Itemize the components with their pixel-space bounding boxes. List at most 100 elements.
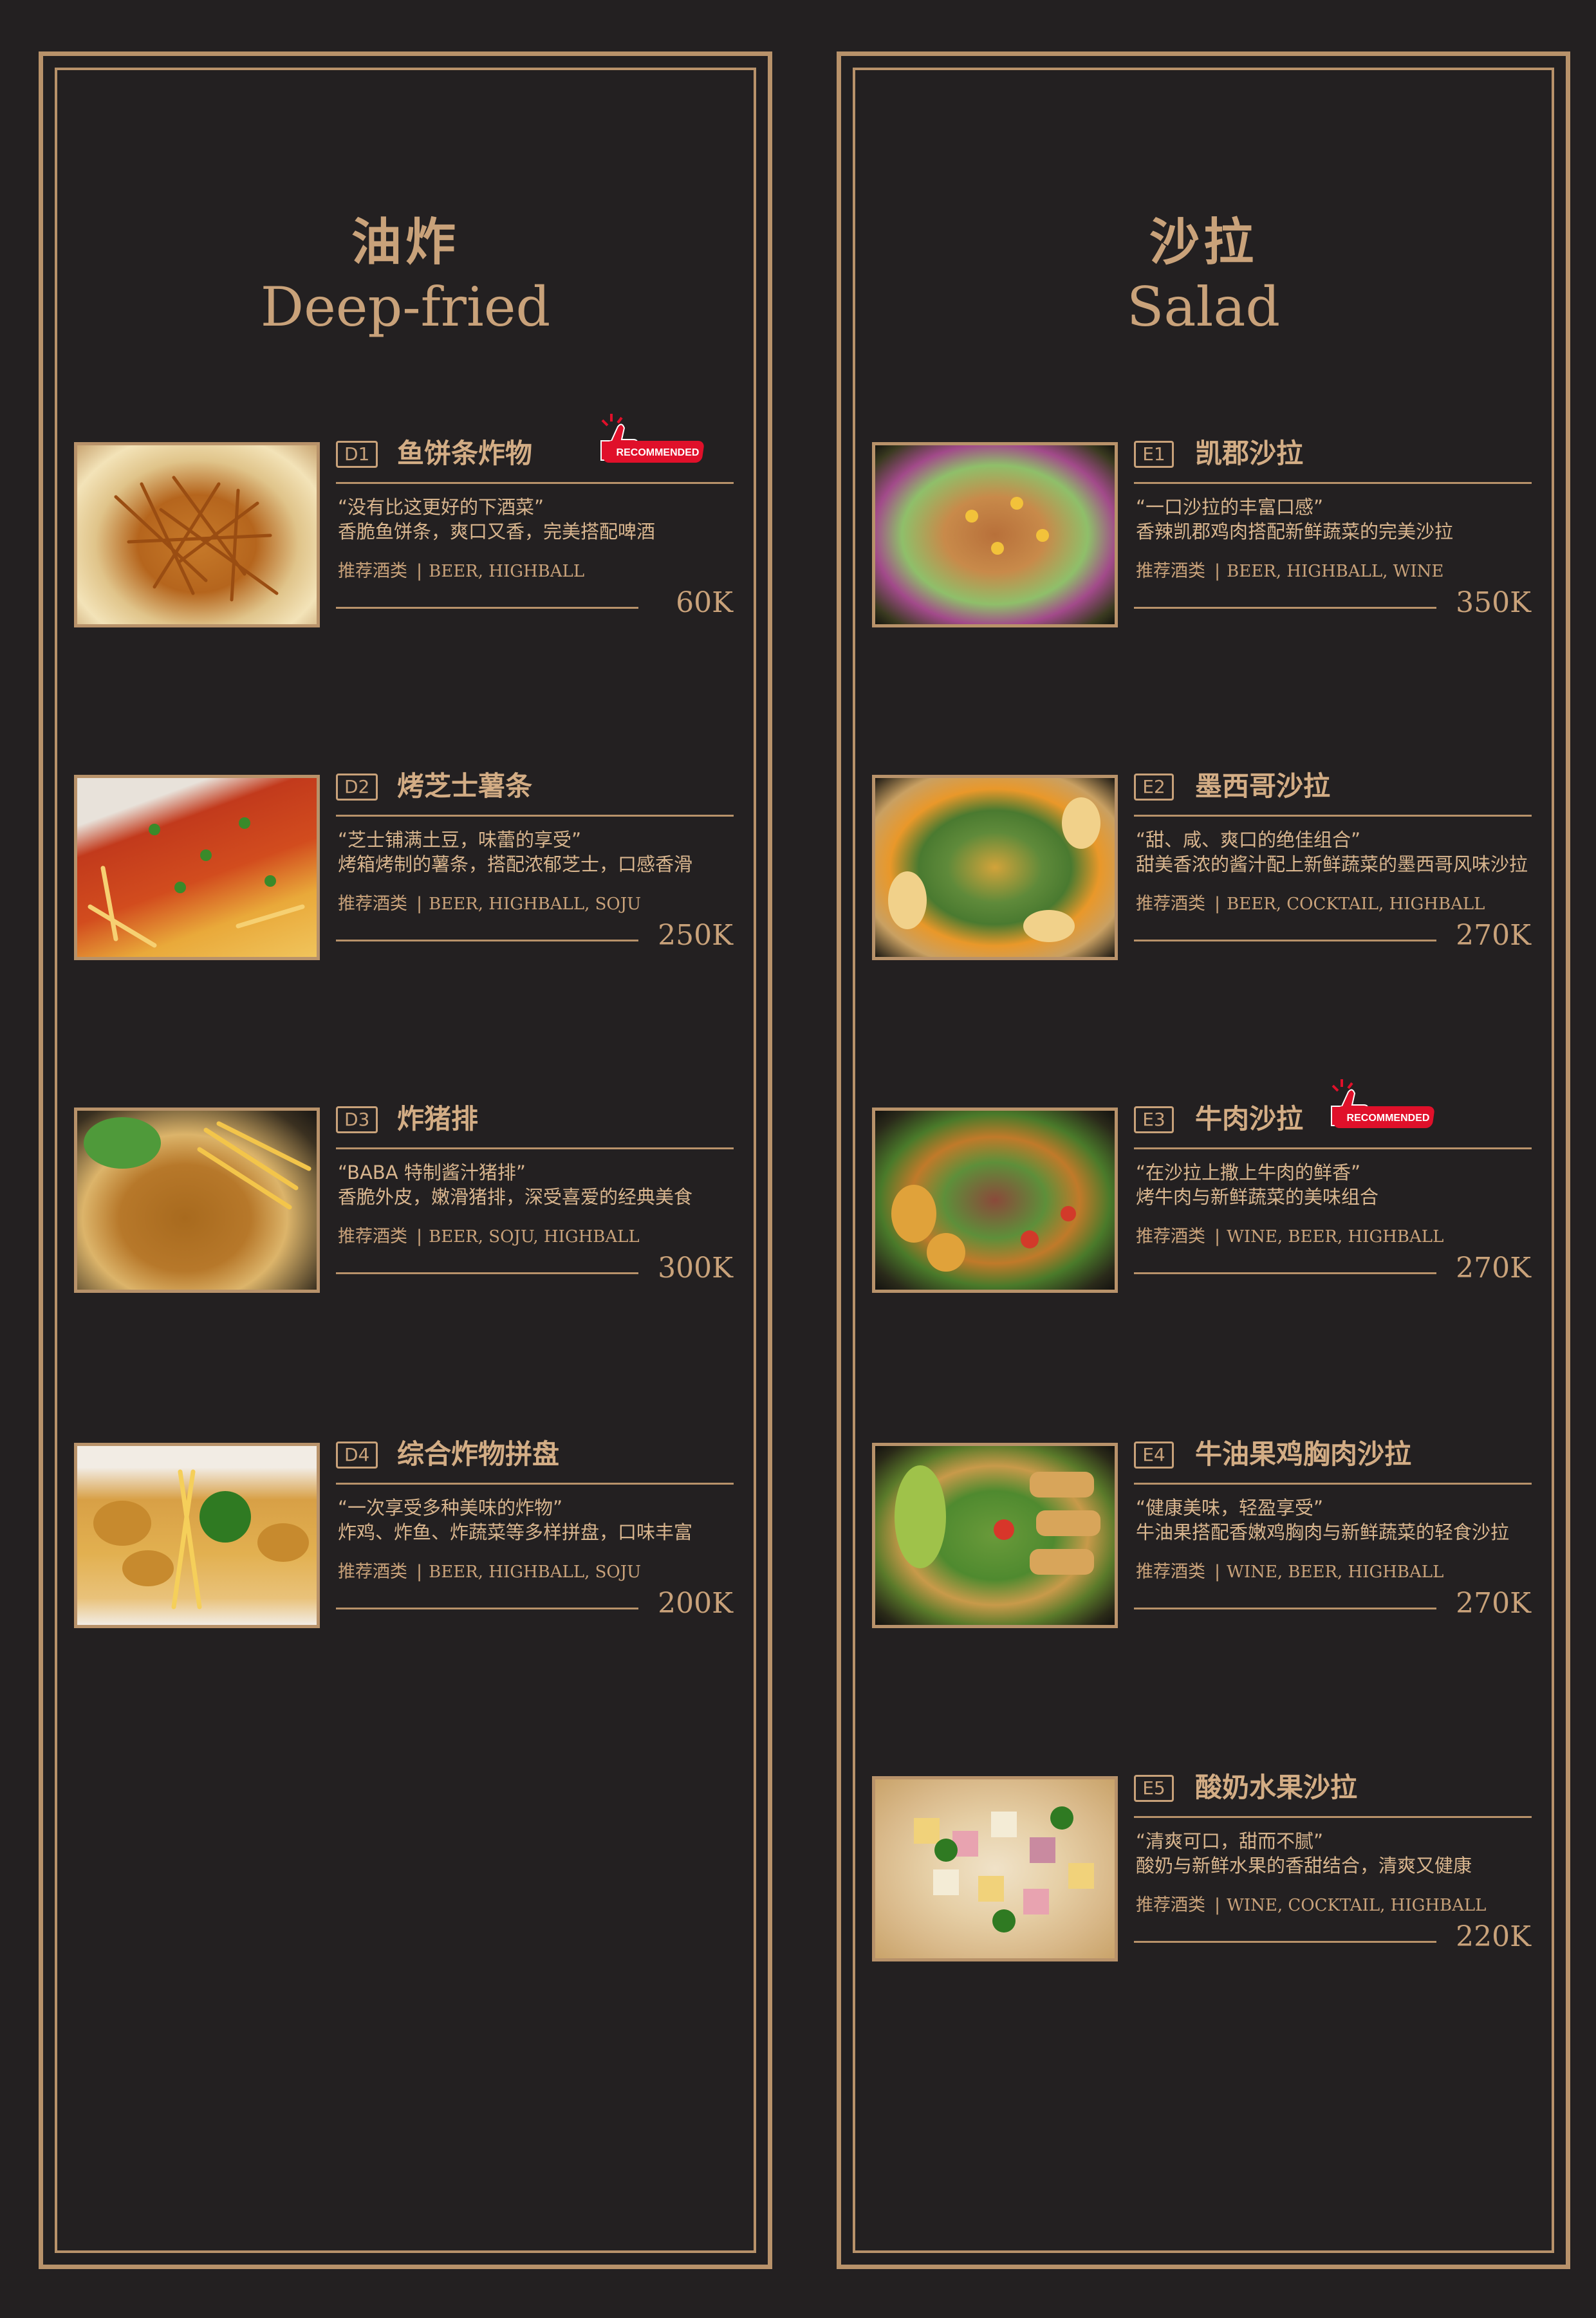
menu-item[interactable]: D3 炸猪排 “BABA 特制酱汁猪排” 香脆外皮，嫩滑猪排，深受喜爱的经典美食… <box>43 1103 777 1301</box>
item-description: 酸奶与新鲜水果的香甜结合，清爽又健康 <box>1136 1855 1472 1877</box>
divider <box>1134 1483 1532 1485</box>
drinks-label: 推荐酒类 <box>338 894 407 914</box>
item-code: E4 <box>1134 1442 1174 1469</box>
drinks-separator: | <box>416 561 423 581</box>
menu-item[interactable]: E2 墨西哥沙拉 “甜、咸、爽口的绝佳组合” 甜美香浓的酱汁配上新鲜蔬菜的墨西哥… <box>841 770 1575 968</box>
divider <box>336 482 734 484</box>
drinks-separator: | <box>416 1562 423 1582</box>
drinks-separator: | <box>416 894 423 914</box>
drinks-list: BEER, HIGHBALL, SOJU <box>429 895 642 914</box>
item-price: 350K <box>1456 586 1531 619</box>
food-photo <box>872 442 1118 627</box>
drinks-list: BEER, COCKTAIL, HIGHBALL <box>1227 895 1485 914</box>
item-code: D1 <box>336 441 378 468</box>
item-price: 300K <box>658 1252 733 1284</box>
drinks-list: BEER, SOJU, HIGHBALL <box>429 1227 640 1247</box>
menu-item[interactable]: D2 烤芝士薯条 “芝士铺满土豆，味蕾的享受” 烤箱烤制的薯条，搭配浓郁芝士，口… <box>43 770 777 968</box>
divider <box>336 1147 734 1149</box>
divider <box>336 940 638 941</box>
item-name: 综合炸物拼盘 <box>397 1438 560 1470</box>
divider <box>1134 1272 1436 1274</box>
recommended-drinks: 推荐酒类 | BEER, HIGHBALL <box>338 560 584 583</box>
section-title-zh: 沙拉 <box>1149 214 1257 272</box>
menu-item[interactable]: E5 酸奶水果沙拉 “清爽可口，甜而不腻” 酸奶与新鲜水果的香甜结合，清爽又健康… <box>841 1772 1575 1969</box>
drinks-label: 推荐酒类 <box>338 561 407 581</box>
menu-item[interactable]: E1 凯郡沙拉 “一口沙拉的丰富口感” 香辣凯郡鸡肉搭配新鲜蔬菜的完美沙拉 推荐… <box>841 438 1575 635</box>
item-price: 60K <box>676 586 733 619</box>
section-heading: 沙拉 Salad <box>841 210 1566 339</box>
item-name: 炸猪排 <box>397 1103 479 1135</box>
recommended-drinks: 推荐酒类 | BEER, SOJU, HIGHBALL <box>338 1225 640 1248</box>
item-description: 香脆外皮，嫩滑猪排，深受喜爱的经典美食 <box>338 1186 693 1208</box>
food-photo <box>872 1776 1118 1961</box>
menu-item[interactable]: D1 鱼饼条炸物 RECOMMENDED “没有比这更好的下酒菜” 香脆鱼饼条，… <box>43 414 777 635</box>
divider <box>1134 1608 1436 1609</box>
item-tagline: “BABA 特制酱汁猪排” <box>338 1162 526 1183</box>
divider <box>1134 940 1436 941</box>
drinks-separator: | <box>1214 1562 1221 1582</box>
drinks-list: WINE, BEER, HIGHBALL <box>1227 1227 1444 1247</box>
drinks-separator: | <box>1214 1227 1221 1247</box>
item-tagline: “芝士铺满土豆，味蕾的享受” <box>338 829 582 851</box>
menu-item[interactable]: E3 牛肉沙拉 RECOMMENDED “在沙拉上撒上牛肉的鲜香” 烤牛肉与新鲜… <box>841 1079 1575 1301</box>
divider <box>1134 1816 1532 1818</box>
item-price: 250K <box>658 919 733 952</box>
drinks-list: BEER, HIGHBALL, WINE <box>1227 562 1444 581</box>
menu-item[interactable]: D4 综合炸物拼盘 “一次享受多种美味的炸物” 炸鸡、炸鱼、炸蔬菜等多样拼盘，口… <box>43 1438 777 1636</box>
item-code: E5 <box>1134 1775 1174 1802</box>
drinks-label: 推荐酒类 <box>1136 894 1205 914</box>
divider <box>336 1272 638 1274</box>
recommended-drinks: 推荐酒类 | WINE, BEER, HIGHBALL <box>1136 1561 1443 1584</box>
recommended-drinks: 推荐酒类 | BEER, HIGHBALL, WINE <box>1136 560 1443 583</box>
food-photo <box>872 775 1118 960</box>
thumbs-up-icon <box>600 414 638 462</box>
section-title-zh: 油炸 <box>351 214 459 272</box>
item-tagline: “甜、咸、爽口的绝佳组合” <box>1136 829 1361 851</box>
svg-text:RECOMMENDED: RECOMMENDED <box>1347 1113 1430 1124</box>
recommended-drinks: 推荐酒类 | WINE, BEER, HIGHBALL <box>1136 1225 1443 1248</box>
item-tagline: “在沙拉上撒上牛肉的鲜香” <box>1136 1162 1361 1183</box>
drinks-label: 推荐酒类 <box>1136 1895 1205 1915</box>
menu-item[interactable]: E4 牛油果鸡胸肉沙拉 “健康美味，轻盈享受” 牛油果搭配香嫩鸡胸肉与新鲜蔬菜的… <box>841 1438 1575 1636</box>
item-name: 墨西哥沙拉 <box>1195 770 1331 802</box>
food-photo <box>872 1443 1118 1628</box>
item-description: 烤牛肉与新鲜蔬菜的美味组合 <box>1136 1186 1379 1208</box>
recommended-drinks: 推荐酒类 | BEER, HIGHBALL, SOJU <box>338 893 641 916</box>
item-price: 270K <box>1456 1587 1531 1620</box>
item-tagline: “一口沙拉的丰富口感” <box>1136 496 1324 518</box>
recommended-badge: RECOMMENDED <box>1331 1079 1434 1128</box>
food-photo <box>74 1108 320 1293</box>
item-description: 牛油果搭配香嫩鸡胸肉与新鲜蔬菜的轻食沙拉 <box>1136 1521 1510 1543</box>
recommended-drinks: 推荐酒类 | WINE, COCKTAIL, HIGHBALL <box>1136 1894 1486 1917</box>
svg-text:RECOMMENDED: RECOMMENDED <box>617 447 700 458</box>
food-photo <box>74 775 320 960</box>
divider <box>336 815 734 817</box>
item-price: 220K <box>1456 1920 1531 1953</box>
section-title-en: Salad <box>1126 275 1281 338</box>
item-name: 烤芝士薯条 <box>397 770 533 802</box>
item-tagline: “清爽可口，甜而不腻” <box>1136 1830 1324 1852</box>
item-code: E1 <box>1134 441 1174 468</box>
drinks-separator: | <box>416 1227 423 1247</box>
drinks-separator: | <box>1214 1895 1221 1915</box>
drinks-list: BEER, HIGHBALL, SOJU <box>429 1562 642 1582</box>
divider <box>1134 815 1532 817</box>
drinks-label: 推荐酒类 <box>338 1562 407 1582</box>
recommended-badge: RECOMMENDED <box>600 414 704 463</box>
section-title-en: Deep-fried <box>260 275 551 338</box>
item-name: 酸奶水果沙拉 <box>1195 1772 1358 1803</box>
drinks-separator: | <box>1214 561 1221 581</box>
divider <box>336 1608 638 1609</box>
drinks-list: WINE, BEER, HIGHBALL <box>1227 1562 1444 1582</box>
item-code: E2 <box>1134 774 1174 801</box>
item-tagline: “健康美味，轻盈享受” <box>1136 1497 1324 1519</box>
salad-panel: 沙拉 Salad E1 凯郡沙拉 “一口沙拉的丰富口感” 香辣凯郡鸡肉搭配新鲜蔬… <box>837 51 1570 2269</box>
item-price: 270K <box>1456 919 1531 952</box>
divider <box>336 607 638 609</box>
item-tagline: “没有比这更好的下酒菜” <box>338 496 544 518</box>
thumbs-up-icon <box>1331 1079 1369 1127</box>
item-price: 200K <box>658 1587 733 1620</box>
drinks-label: 推荐酒类 <box>1136 1227 1205 1247</box>
drinks-list: WINE, COCKTAIL, HIGHBALL <box>1227 1896 1487 1915</box>
item-name: 牛肉沙拉 <box>1195 1103 1304 1135</box>
